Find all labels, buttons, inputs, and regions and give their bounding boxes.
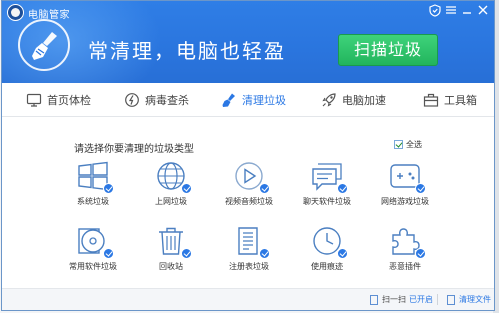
checked-badge-icon	[181, 183, 192, 194]
disc-icon	[76, 225, 114, 259]
scan-label: 扫一扫	[382, 295, 406, 304]
scan-status: 已开启	[409, 295, 433, 304]
trash-icon	[154, 225, 192, 259]
select-all-toggle[interactable]: 全选	[394, 139, 422, 150]
footer-divider	[437, 294, 438, 305]
registry-icon	[232, 225, 270, 259]
tab-speed-up[interactable]: 电脑加速	[321, 83, 386, 117]
junk-item-label: 视频音频垃圾	[225, 197, 273, 206]
clock-icon	[310, 225, 348, 259]
minimize-icon[interactable]	[460, 4, 474, 18]
tab-label: 清理垃圾	[242, 93, 286, 107]
checked-badge-icon	[259, 183, 270, 194]
tab-label: 首页体检	[47, 93, 91, 107]
main-tabs: 首页体检 病毒查杀 清理垃圾 电脑加速 工具箱	[2, 83, 494, 117]
panel-prompt: 请选择你要清理的垃圾类型	[74, 144, 194, 155]
tab-clean-junk[interactable]: 清理垃圾	[221, 83, 286, 117]
tab-home-checkup[interactable]: 首页体检	[26, 83, 91, 117]
tab-toolbox[interactable]: 工具箱	[423, 83, 477, 117]
select-all-label: 全选	[406, 140, 422, 149]
checked-badge-icon	[259, 248, 270, 259]
virus-scan-icon	[124, 92, 140, 108]
pc-manager-window: 电脑管家 常清理，电脑也轻盈 扫描垃圾 首页体检 病毒查杀 清理垃圾 电脑加速 …	[1, 0, 495, 311]
window-controls	[428, 4, 490, 20]
scan-status-toggle[interactable]: 扫一扫 已开启	[370, 294, 433, 305]
close-icon[interactable]	[476, 4, 490, 18]
junk-item-common-software[interactable]: 常用软件垃圾	[53, 225, 133, 272]
tab-label: 电脑加速	[342, 93, 386, 107]
windows-icon	[76, 160, 114, 194]
scan-junk-button[interactable]: 扫描垃圾	[338, 34, 438, 66]
junk-item-label: 聊天软件垃圾	[303, 197, 351, 206]
junk-item-media[interactable]: 视频音频垃圾	[209, 160, 289, 207]
tab-virus-scan[interactable]: 病毒查杀	[124, 83, 189, 117]
rocket-icon	[321, 92, 337, 108]
broom-logo-icon	[18, 19, 70, 71]
checked-badge-icon	[415, 248, 426, 259]
toolbox-icon	[423, 92, 439, 108]
header-slogan: 常清理，电脑也轻盈	[88, 39, 286, 63]
shield-icon[interactable]	[428, 4, 442, 18]
app-logo-icon	[7, 4, 24, 21]
tab-label: 病毒查杀	[145, 93, 189, 107]
status-footer: 扫一扫 已开启 清理文件	[2, 288, 494, 310]
monitor-icon	[26, 92, 42, 108]
junk-item-label: 上网垃圾	[155, 197, 187, 206]
tab-label: 工具箱	[444, 93, 477, 107]
junk-item-label: 恶意插件	[389, 262, 421, 271]
junk-item-web[interactable]: 上网垃圾	[131, 160, 211, 207]
broom-icon	[221, 92, 237, 108]
junk-item-recycle-bin[interactable]: 回收站	[131, 225, 211, 272]
junk-item-chat[interactable]: 聊天软件垃圾	[287, 160, 367, 207]
junk-item-label: 注册表垃圾	[229, 262, 269, 271]
junk-item-registry[interactable]: 注册表垃圾	[209, 225, 289, 272]
checked-badge-icon	[337, 183, 348, 194]
junk-item-system[interactable]: 系统垃圾	[53, 160, 133, 207]
junk-item-label: 回收站	[159, 262, 183, 271]
checked-badge-icon	[181, 248, 192, 259]
checked-badge-icon	[415, 183, 426, 194]
clean-files-link[interactable]: 清理文件	[447, 294, 491, 305]
file-icon	[447, 294, 455, 305]
play-icon	[232, 160, 270, 194]
gamepad-icon	[388, 160, 426, 194]
menu-icon[interactable]	[444, 4, 458, 18]
title-bar[interactable]: 电脑管家	[2, 1, 494, 25]
checked-badge-icon	[337, 248, 348, 259]
clean-junk-panel: 请选择你要清理的垃圾类型 全选 系统垃圾 上网垃圾 视频音频垃圾 聊天软件垃圾 …	[2, 118, 494, 288]
junk-item-label: 常用软件垃圾	[69, 262, 117, 271]
select-all-checkbox[interactable]	[394, 140, 403, 149]
header-banner: 电脑管家 常清理，电脑也轻盈 扫描垃圾	[2, 1, 494, 83]
phone-icon	[370, 294, 378, 305]
puzzle-icon	[388, 225, 426, 259]
globe-icon	[154, 160, 192, 194]
checked-badge-icon	[103, 248, 114, 259]
junk-item-game[interactable]: 网络游戏垃圾	[365, 160, 445, 207]
chat-icon	[310, 160, 348, 194]
junk-item-label: 网络游戏垃圾	[381, 197, 429, 206]
clean-files-label: 清理文件	[459, 295, 491, 304]
checked-badge-icon	[103, 183, 114, 194]
junk-item-label: 系统垃圾	[77, 197, 109, 206]
junk-item-usage-traces[interactable]: 使用痕迹	[287, 225, 367, 272]
junk-item-label: 使用痕迹	[311, 262, 343, 271]
junk-item-malicious-plugins[interactable]: 恶意插件	[365, 225, 445, 272]
